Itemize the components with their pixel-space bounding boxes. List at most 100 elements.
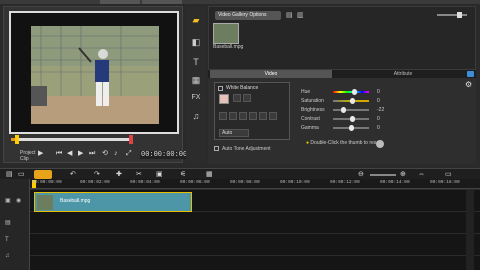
- mixer-icon[interactable]: ⚟: [180, 171, 186, 178]
- previous-frame-icon[interactable]: ◀: [67, 150, 72, 158]
- ruler-tick: 00:00:12:00: [330, 180, 360, 185]
- home-icon[interactable]: ⏮: [56, 150, 62, 158]
- cloudy-preset-button[interactable]: [249, 112, 257, 120]
- zoom-in-icon[interactable]: ⊕: [400, 171, 406, 178]
- import-icon[interactable]: ▥: [297, 11, 306, 20]
- ruler-tick: 00:00:00:00: [32, 180, 62, 185]
- clip-thumbnail: [37, 195, 53, 210]
- fluorescent-preset-button[interactable]: [229, 112, 237, 120]
- zoom-out-icon[interactable]: ⊖: [358, 171, 364, 178]
- auto-tone-checkbox[interactable]: [214, 146, 219, 152]
- library-tool-strip: ▰ ◧ T ▦ FX ♫: [186, 6, 206, 163]
- gamma-knob[interactable]: [348, 125, 354, 131]
- sunny-preset-button[interactable]: [243, 94, 251, 102]
- library-thumbnail[interactable]: [213, 23, 239, 44]
- fit-project-icon[interactable]: ⇔: [418, 171, 425, 178]
- gallery-dropdown[interactable]: Video Gallery Options: [215, 11, 281, 20]
- track-visibility-icon[interactable]: ◉: [16, 197, 21, 204]
- adjust-row-contrast: Contrast 0: [301, 115, 391, 123]
- tab-video[interactable]: Video: [210, 70, 332, 78]
- hue-value: 0: [377, 89, 380, 95]
- title-track-icon[interactable]: T: [5, 237, 9, 243]
- shade-preset-button[interactable]: [259, 112, 267, 120]
- timeline-ruler[interactable]: 00:00:00:00 00:00:02:00 00:00:04:00 00:0…: [30, 179, 480, 189]
- hue-slider[interactable]: [333, 89, 369, 95]
- contrast-knob[interactable]: [350, 116, 356, 122]
- redo-icon[interactable]: ↷: [94, 171, 100, 178]
- folder-icon[interactable]: ▤: [286, 11, 295, 20]
- tab-capture[interactable]: [100, 0, 140, 4]
- brightness-value: -22: [377, 107, 385, 113]
- tab-attribute[interactable]: Attribute: [338, 70, 468, 78]
- video-frame-image: [31, 26, 159, 124]
- timeline-view-icon[interactable]: ▭: [18, 171, 25, 178]
- options-tabs: Video Attribute: [208, 70, 476, 78]
- tab-edit[interactable]: [142, 0, 182, 4]
- scrub-bar[interactable]: [11, 135, 133, 144]
- zoom-slider[interactable]: [370, 174, 396, 176]
- brightness-slider[interactable]: [333, 107, 369, 113]
- overlay-track-icon[interactable]: ▤: [5, 219, 11, 226]
- timeline-tracks[interactable]: Baseball.mpg: [30, 190, 480, 270]
- overlay-track[interactable]: [30, 212, 480, 234]
- saturation-slider[interactable]: [333, 98, 369, 104]
- gear-icon[interactable]: ⚙: [465, 80, 472, 89]
- reset-hint-text: Double-Click the thumb to reset: [310, 140, 381, 146]
- storyboard-view-icon[interactable]: ▤: [6, 171, 13, 178]
- next-frame-icon[interactable]: ▶: [78, 150, 83, 158]
- title-track[interactable]: [30, 234, 480, 256]
- thumbnail-size-slider[interactable]: [437, 12, 467, 18]
- repeat-icon[interactable]: ⟲: [102, 150, 108, 158]
- preview-window: [9, 11, 179, 134]
- export-icon[interactable]: ▦: [206, 171, 213, 178]
- expand-icon[interactable]: ⤢: [126, 150, 132, 158]
- ruler-tick: 00:00:04:00: [130, 180, 160, 185]
- saturation-label: Saturation: [301, 98, 324, 104]
- clip-name: Baseball.mpg: [60, 198, 91, 204]
- active-view-button[interactable]: [34, 170, 52, 179]
- brightness-knob[interactable]: [341, 107, 347, 113]
- smart-proxy-icon[interactable]: ✚: [116, 171, 122, 178]
- volume-icon[interactable]: ♪: [114, 150, 118, 158]
- music-track-icon[interactable]: ♫: [5, 253, 10, 259]
- daylight-preset-button[interactable]: [239, 112, 247, 120]
- saturation-knob[interactable]: [350, 98, 356, 104]
- contrast-label: Contrast: [301, 116, 320, 122]
- transition-icon[interactable]: ◧: [190, 36, 202, 48]
- hue-knob[interactable]: [352, 89, 358, 95]
- scissors-icon[interactable]: ✂: [136, 171, 142, 178]
- trim-marker[interactable]: [129, 135, 133, 144]
- brightness-label: Brightness: [301, 107, 325, 113]
- color-picker-swatch[interactable]: [219, 94, 229, 104]
- wb-mode-select[interactable]: Auto: [219, 129, 249, 137]
- play-icon[interactable]: ▶: [38, 150, 43, 158]
- graphic-icon[interactable]: ▦: [190, 74, 202, 86]
- track-headers: ▣ ◉ ▤ T ♫: [0, 179, 30, 270]
- tungsten-preset-button[interactable]: [219, 112, 227, 120]
- video-track-icon[interactable]: ▣: [5, 197, 11, 204]
- reset-button[interactable]: [376, 140, 384, 148]
- white-balance-label: White Balance: [226, 85, 259, 91]
- media-icon[interactable]: ▰: [190, 14, 202, 26]
- white-balance-checkbox[interactable]: [218, 86, 223, 91]
- auto-tone-option[interactable]: Auto Tone Adjustment: [214, 146, 271, 152]
- title-icon[interactable]: T: [190, 56, 202, 68]
- timeline-scrollbar[interactable]: [466, 190, 474, 270]
- record-icon[interactable]: ▣: [156, 171, 163, 178]
- auto-tone-label: Auto Tone Adjustment: [222, 146, 271, 152]
- contrast-slider[interactable]: [333, 116, 369, 122]
- filter-icon[interactable]: FX: [190, 92, 202, 104]
- audio-icon[interactable]: ♫: [190, 110, 202, 122]
- auto-preset-button[interactable]: [233, 94, 241, 102]
- end-icon[interactable]: ⏭: [89, 150, 95, 158]
- gamma-slider[interactable]: [333, 125, 369, 131]
- collapse-options-button[interactable]: [467, 71, 474, 77]
- library-panel: Video Gallery Options ▤ ▥ Baseball.mpg: [208, 6, 476, 70]
- saturation-value: 0: [377, 98, 380, 104]
- video-clip[interactable]: Baseball.mpg: [34, 192, 192, 212]
- overcast-preset-button[interactable]: [269, 112, 277, 120]
- undo-icon[interactable]: ↶: [70, 171, 76, 178]
- scrub-handle[interactable]: [15, 135, 19, 144]
- timecode-display[interactable]: 00:00:00:00: [140, 151, 189, 159]
- video-track[interactable]: Baseball.mpg: [30, 190, 480, 212]
